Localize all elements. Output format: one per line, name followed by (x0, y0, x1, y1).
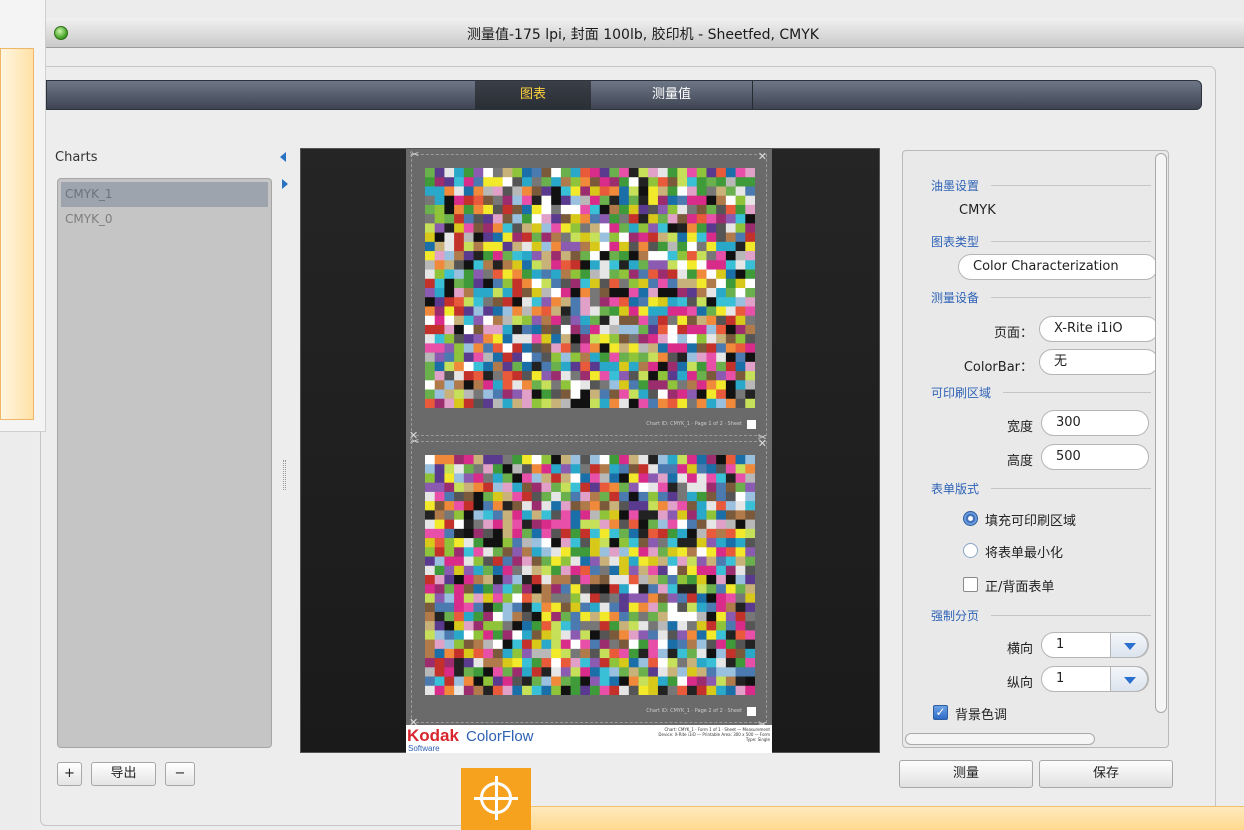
section-form-layout: 表单版式 (931, 482, 980, 496)
section-chart-type: 图表类型 (931, 235, 980, 249)
chevron-down-icon[interactable] (1110, 666, 1148, 692)
chart-preview: ✂ ✕ ✕ ✂ Chart ID: CMYK_1 · Page 1 of 2 ·… (300, 148, 880, 753)
settings-panel: 油墨设置 CMYK 图表类型 Color Characterization 测量… (902, 150, 1169, 748)
tab-bar: 图表 测量值 (46, 80, 1202, 110)
fill-area-radio[interactable] (963, 511, 978, 526)
vertical-pages-value: 1 (1056, 671, 1065, 686)
section-force-paging: 强制分页 (931, 609, 980, 623)
color-patch-grid (425, 455, 755, 695)
divider (991, 615, 1151, 616)
height-label: 高度 (1006, 454, 1033, 469)
chart-type-select[interactable]: Color Characterization (958, 254, 1158, 280)
vertical-scrollbar[interactable] (1155, 153, 1167, 713)
page-device-label: 页面： (993, 326, 1033, 341)
background-tint-label[interactable]: 背景色调 (955, 704, 1007, 723)
note-card (0, 48, 34, 420)
save-button[interactable]: 保存 (1039, 760, 1173, 788)
horizontal-scrollbar[interactable] (905, 733, 1095, 745)
vertical-label: 纵向 (1006, 676, 1033, 691)
crop-mark-icon: ✂ (410, 148, 420, 161)
kodak-logo: Kodak (407, 726, 459, 745)
chart-list-item[interactable]: CMYK_1 (61, 182, 268, 207)
measure-button[interactable]: 测量 (899, 760, 1033, 788)
export-button[interactable]: 导出 (91, 762, 156, 786)
divider (991, 185, 1151, 186)
sheet-caption: Chart ID: CMYK_1 · Page 1 of 2 · Sheet (646, 421, 742, 427)
charts-heading: Charts (55, 150, 98, 165)
fill-area-label[interactable]: 填充可印刷区域 (985, 510, 1076, 529)
minimize-form-label[interactable]: 将表单最小化 (985, 542, 1063, 561)
front-back-label[interactable]: 正/背面表单 (985, 576, 1054, 595)
page-device-select[interactable]: X-Rite i1iO (1039, 316, 1159, 342)
target-crosshair-icon (461, 768, 531, 830)
ink-setup-value: CMYK (959, 203, 996, 218)
tab-measurements[interactable]: 测量值 (591, 81, 753, 109)
expand-right-arrow-icon[interactable] (282, 179, 288, 189)
horizontal-label: 横向 (1006, 642, 1033, 657)
crop-mark-icon: ✕ (757, 150, 767, 163)
colorbar-device-select[interactable]: 无 (1039, 349, 1159, 375)
width-label: 宽度 (1006, 420, 1033, 435)
color-patch-grid (425, 168, 755, 408)
colorflow-logo: ColorFlow (466, 728, 534, 745)
preview-page: ✂ ✕ ✕ ✂ Chart ID: CMYK_1 · Page 1 of 2 ·… (406, 148, 772, 753)
remove-chart-button[interactable]: − (165, 762, 195, 786)
front-back-checkbox[interactable] (963, 577, 978, 592)
kodak-footer: Kodak ColorFlow Software Chart: CMYK_1 ·… (406, 725, 772, 753)
divider (1003, 392, 1151, 393)
height-input[interactable]: 500 (1041, 444, 1149, 470)
software-tagline: Software (408, 744, 440, 753)
collapse-left-arrow-icon[interactable] (280, 152, 286, 162)
footer-fine-print: Chart: CMYK_1 · Form 1 of 1 · Sheet — Me… (658, 727, 770, 742)
section-measure-device: 测量设备 (931, 291, 980, 305)
white-swatch (747, 420, 756, 429)
bottom-highlight-strip (531, 806, 1244, 830)
chart-list-item[interactable]: CMYK_0 (61, 207, 268, 232)
chevron-down-icon[interactable] (1110, 632, 1148, 658)
preview-sheet-2: ✂ ✕ ✕ ✂ Chart ID: CMYK_1 · Page 2 of 2 ·… (409, 435, 767, 731)
section-printable-area: 可印刷区域 (931, 386, 992, 400)
sheet-caption: Chart ID: CMYK_1 · Page 2 of 2 · Sheet (646, 708, 742, 714)
floating-panel (0, 0, 46, 432)
section-ink-setup: 油墨设置 (931, 179, 980, 193)
divider (991, 241, 1151, 242)
white-swatch (747, 707, 756, 716)
divider (991, 297, 1151, 298)
background-tint-checkbox[interactable]: ✓ (933, 705, 948, 720)
minimize-form-radio[interactable] (963, 543, 978, 558)
window-title: 测量值-175 lpi, 封面 100lb, 胶印机 - Sheetfed, C… (467, 27, 819, 43)
vertical-pages-stepper[interactable]: 1 (1041, 666, 1149, 692)
splitter-handle[interactable] (283, 460, 286, 490)
width-input[interactable]: 300 (1041, 410, 1149, 436)
chart-list[interactable]: CMYK_1 CMYK_0 (57, 178, 272, 748)
crop-mark-icon: ✕ (757, 437, 767, 450)
horizontal-pages-value: 1 (1056, 637, 1065, 652)
tab-charts[interactable]: 图表 (475, 81, 591, 109)
divider (991, 488, 1151, 489)
colorbar-device-label: ColorBar： (963, 360, 1033, 375)
horizontal-pages-stepper[interactable]: 1 (1041, 632, 1149, 658)
preview-sheet-1: ✂ ✕ ✕ ✂ Chart ID: CMYK_1 · Page 1 of 2 ·… (409, 148, 767, 444)
crop-mark-icon: ✂ (410, 435, 420, 448)
add-chart-button[interactable]: + (57, 762, 82, 786)
window-titlebar: 测量值-175 lpi, 封面 100lb, 胶印机 - Sheetfed, C… (42, 18, 1244, 48)
